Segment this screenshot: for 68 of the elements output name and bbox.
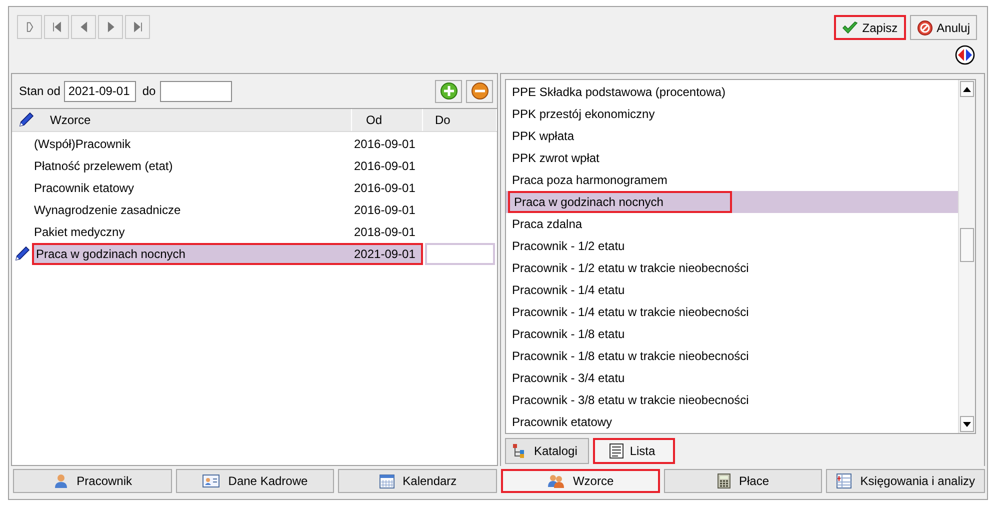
list-icon: [608, 443, 624, 459]
last-record-icon[interactable]: [125, 15, 150, 39]
cancel-icon: [916, 20, 933, 36]
pencil-icon: [18, 112, 34, 128]
list-item[interactable]: Pracownik - 1/4 etatu: [506, 279, 958, 301]
first-record-icon[interactable]: [44, 15, 69, 39]
list-item[interactable]: PPE Składka podstawowa (procentowa): [506, 81, 958, 103]
checkmark-icon: [842, 20, 858, 34]
previous-record-icon[interactable]: [71, 15, 96, 39]
ledger-icon: [836, 473, 852, 489]
scroll-up-icon[interactable]: [963, 86, 971, 92]
table-cell[interactable]: (Współ)Pracownik: [32, 133, 352, 155]
save-button[interactable]: Zapisz: [834, 15, 906, 40]
calendar-icon: [378, 473, 395, 489]
view-tab[interactable]: Katalogi: [505, 438, 589, 464]
view-tab[interactable]: Lista: [593, 438, 675, 464]
add-button[interactable]: [435, 80, 462, 102]
table-cell[interactable]: Płatność przelewem (etat): [32, 155, 352, 177]
table-cell[interactable]: Praca w godzinach nocnych: [32, 243, 352, 265]
column-header[interactable]: Do: [435, 113, 450, 127]
list-item[interactable]: Praca poza harmonogramem: [506, 169, 958, 191]
list-item[interactable]: Pracownik etatowy: [506, 411, 958, 433]
date-from-label: Stan od: [19, 84, 60, 98]
module-tab[interactable]: Kalendarz: [338, 469, 497, 493]
next-record-icon[interactable]: [98, 15, 123, 39]
table-cell[interactable]: Pracownik etatowy: [32, 177, 352, 199]
list-item[interactable]: Praca w godzinach nocnych: [506, 191, 958, 213]
list-item[interactable]: Pracownik - 3/4 etatu: [506, 367, 958, 389]
module-tab[interactable]: Księgowania i analizy: [826, 469, 985, 493]
module-tab[interactable]: Pracownik: [13, 469, 172, 493]
cancel-button[interactable]: Anuluj: [910, 15, 977, 40]
module-tab[interactable]: Płace: [664, 469, 822, 493]
list-item[interactable]: Pracownik - 1/8 etatu w trakcie nieobecności: [506, 345, 958, 367]
table-cell[interactable]: Pakiet medyczny: [32, 221, 352, 243]
scroll-down-icon[interactable]: [963, 422, 971, 426]
list-item[interactable]: PPK wpłata: [506, 125, 958, 147]
people-icon: [546, 473, 565, 489]
list-item[interactable]: Pracownik - 1/8 etatu: [506, 323, 958, 345]
module-tab[interactable]: Wzorce: [501, 469, 660, 493]
scrollbar[interactable]: [958, 80, 975, 433]
date-to-field[interactable]: [160, 80, 232, 102]
list-item[interactable]: PPK przestój ekonomiczny: [506, 103, 958, 125]
list-item[interactable]: Pracownik - 1/2 etatu w trakcie nieobecności: [506, 257, 958, 279]
table-cell: 2021-09-01: [352, 243, 423, 265]
scrollbar-thumb[interactable]: [960, 228, 974, 262]
swap-icon[interactable]: [955, 45, 975, 65]
remove-button[interactable]: [466, 80, 493, 102]
date-edit-cell[interactable]: [425, 243, 495, 265]
list-item[interactable]: Pracownik - 3/8 etatu w trakcie nieobecności: [506, 389, 958, 411]
list-item[interactable]: Pracownik - 1/2 etatu: [506, 235, 958, 257]
date-to-label: do: [142, 84, 156, 98]
table-cell-text: 2018-09-01: [353, 224, 416, 241]
table-cell-text: 2016-09-01: [353, 158, 416, 175]
column-header[interactable]: Od: [366, 113, 382, 127]
date-from-field[interactable]: 2021-09-01: [64, 80, 136, 102]
table-cell-text: 2016-09-01: [353, 136, 416, 153]
new-record-icon[interactable]: [17, 15, 42, 39]
table-cell[interactable]: Wynagrodzenie zasadnicze: [32, 199, 352, 221]
table-cell-text: 2016-09-01: [353, 202, 416, 219]
calculator-icon: [716, 473, 731, 489]
column-header[interactable]: Wzorce: [50, 113, 91, 127]
list-item[interactable]: Praca zdalna: [506, 213, 958, 235]
person-icon: [52, 473, 69, 489]
module-tab[interactable]: Dane Kadrowe: [176, 469, 334, 493]
list-item[interactable]: Pracownik - 1/4 etatu w trakcie nieobecności: [506, 301, 958, 323]
id-card-icon: [202, 473, 220, 489]
table-cell-text: 2016-09-01: [353, 180, 416, 197]
list-item[interactable]: PPK zwrot wpłat: [506, 147, 958, 169]
